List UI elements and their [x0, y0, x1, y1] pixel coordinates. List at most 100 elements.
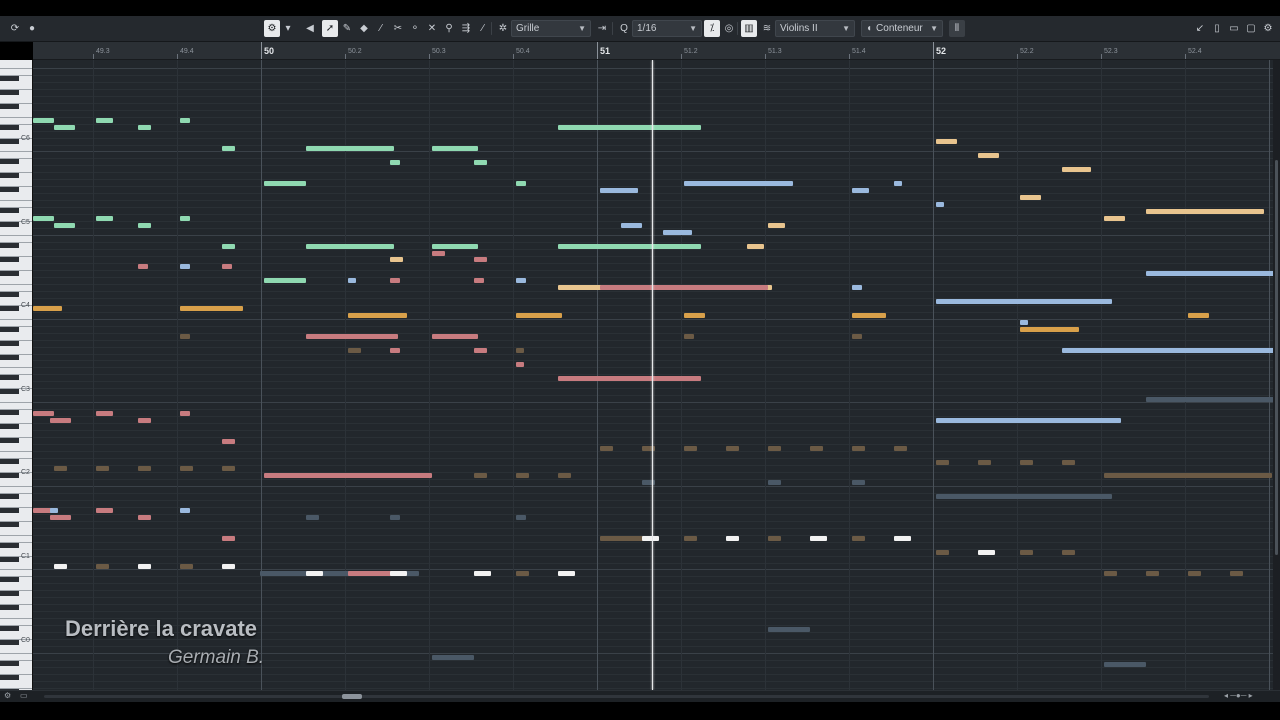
vertical-scroll-thumb[interactable] [1275, 160, 1278, 555]
black-key[interactable] [0, 173, 19, 179]
black-key[interactable] [0, 103, 19, 109]
vertical-scrollbar[interactable] [1273, 60, 1280, 690]
midi-note[interactable] [474, 570, 491, 576]
midi-note[interactable] [222, 466, 235, 472]
midi-note[interactable] [1020, 327, 1079, 333]
midi-note[interactable] [1020, 550, 1033, 556]
midi-note[interactable] [33, 215, 54, 221]
midi-note[interactable] [306, 334, 399, 340]
midi-note[interactable] [1104, 661, 1146, 667]
speaker-icon[interactable]: ◀ [302, 20, 318, 37]
midi-note[interactable] [432, 334, 479, 340]
black-key[interactable] [0, 605, 19, 611]
black-key[interactable] [0, 424, 19, 430]
midi-note[interactable] [264, 278, 306, 284]
midi-note[interactable] [138, 417, 151, 423]
midi-note[interactable] [1188, 570, 1201, 576]
midi-note[interactable] [33, 410, 54, 416]
midi-note[interactable] [138, 222, 151, 228]
midi-note[interactable] [978, 550, 995, 556]
midi-note[interactable] [810, 536, 827, 542]
midi-note[interactable] [348, 348, 361, 354]
collapse-icon[interactable]: ↙ [1192, 20, 1208, 37]
midi-note[interactable] [222, 146, 235, 151]
split-icon[interactable]: ⇥ [594, 20, 610, 37]
midi-note[interactable] [390, 348, 401, 354]
midi-note[interactable] [936, 139, 957, 145]
midi-note[interactable] [180, 410, 191, 416]
black-key[interactable] [0, 354, 19, 360]
black-key[interactable] [0, 577, 19, 583]
black-key[interactable] [0, 591, 19, 597]
midi-note[interactable] [96, 215, 113, 221]
midi-note[interactable] [138, 466, 151, 472]
midi-note[interactable] [894, 445, 907, 451]
midi-note[interactable] [222, 264, 233, 270]
midi-note[interactable] [747, 243, 764, 249]
midi-note[interactable] [516, 473, 529, 479]
midi-note[interactable] [49, 417, 71, 423]
midi-note[interactable] [474, 348, 487, 354]
midi-note[interactable] [936, 201, 945, 207]
black-key[interactable] [0, 542, 19, 548]
black-key[interactable] [0, 626, 19, 632]
midi-note[interactable] [432, 146, 479, 151]
midi-note[interactable] [1062, 166, 1092, 172]
record-dot-icon[interactable]: ● [24, 20, 40, 37]
lower-zone-icon[interactable]: ▭ [1226, 20, 1242, 37]
right-zone-icon[interactable]: ▢ [1243, 20, 1259, 37]
editing-mode-dropdown[interactable]: ◖ Conteneur ▼ [861, 20, 943, 37]
midi-note[interactable] [684, 536, 697, 542]
midi-note[interactable] [1020, 459, 1033, 465]
midi-note[interactable] [96, 508, 113, 514]
lanes-icon[interactable]: ≋ [759, 20, 775, 37]
chord-icon[interactable]: ◎ [721, 20, 737, 37]
midi-note[interactable] [852, 536, 865, 542]
midi-note[interactable] [390, 257, 403, 263]
midi-note[interactable] [726, 445, 739, 451]
quantize-icon[interactable]: Q [616, 20, 632, 37]
midi-note[interactable] [600, 536, 647, 542]
midi-note[interactable] [180, 334, 191, 340]
black-key[interactable] [0, 208, 19, 214]
midi-note[interactable] [558, 473, 571, 479]
midi-note[interactable] [768, 626, 810, 632]
black-key[interactable] [0, 375, 19, 381]
midi-note[interactable] [1146, 396, 1273, 402]
midi-note[interactable] [768, 480, 781, 486]
midi-note[interactable] [306, 146, 395, 151]
zoom-slider-icon[interactable]: ◂ ─●─ ▸ [1224, 691, 1253, 700]
midi-note[interactable] [684, 180, 794, 186]
black-key[interactable] [0, 389, 19, 395]
midi-note[interactable] [180, 306, 243, 312]
black-key[interactable] [0, 124, 19, 130]
midi-note[interactable] [180, 118, 191, 124]
midi-note[interactable] [936, 550, 949, 556]
zoom-icon[interactable]: ▭ [20, 691, 28, 700]
black-key[interactable] [0, 661, 19, 667]
midi-note[interactable] [978, 152, 999, 158]
midi-note[interactable] [852, 313, 886, 319]
midi-note[interactable] [49, 515, 71, 521]
midi-note[interactable] [432, 250, 445, 256]
black-key[interactable] [0, 326, 19, 332]
black-key[interactable] [0, 340, 19, 346]
fx-icon[interactable]: ⚙ [264, 20, 280, 37]
midi-note[interactable] [54, 125, 75, 131]
midi-note[interactable] [390, 159, 401, 165]
midi-note[interactable] [516, 515, 527, 521]
midi-note[interactable] [390, 278, 401, 284]
midi-note[interactable] [1062, 550, 1075, 556]
midi-note[interactable] [180, 508, 191, 514]
midi-note[interactable] [600, 187, 638, 193]
midi-note[interactable] [894, 536, 911, 542]
black-key[interactable] [0, 493, 19, 499]
midi-note[interactable] [936, 417, 1121, 423]
mute-x-icon[interactable]: ✕ [424, 20, 440, 37]
eraser-icon[interactable]: ◆ [356, 20, 372, 37]
midi-note[interactable] [558, 375, 701, 381]
midi-note[interactable] [432, 243, 479, 249]
left-zone-icon[interactable]: ▯ [1209, 20, 1225, 37]
midi-note[interactable] [1146, 271, 1273, 277]
settings-icon[interactable]: ⚙ [4, 691, 11, 700]
